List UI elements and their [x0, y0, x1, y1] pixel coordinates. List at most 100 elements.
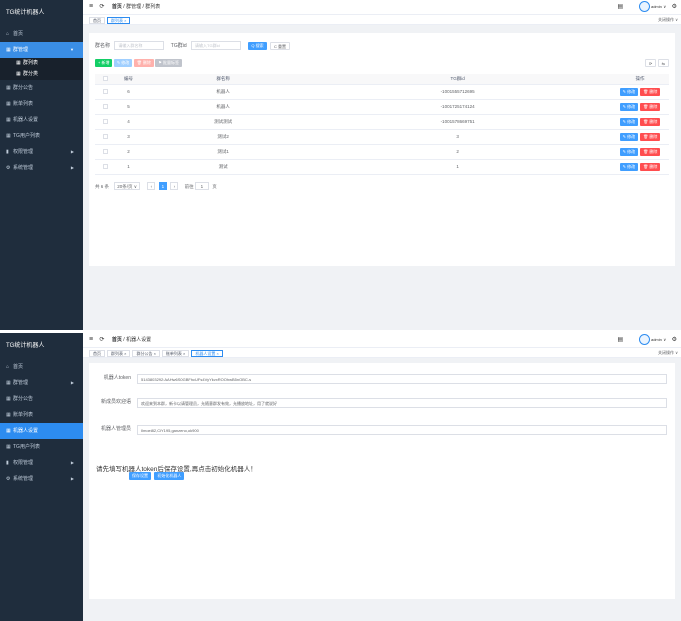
tab-robot-settings[interactable]: 机器人设置 ×: [191, 350, 223, 357]
welcome-input[interactable]: 欢迎来到本群，新卡以请管理员，允随意群发有效，允播放地址，用了就说好: [137, 398, 667, 408]
cell-actions: ✎ 修改 🗑 删除: [611, 99, 669, 115]
add-button[interactable]: + 新增: [95, 59, 113, 67]
group-name-input[interactable]: 请输入群名称: [114, 41, 165, 50]
breadcrumb-home[interactable]: 首页: [112, 337, 122, 343]
sidebar-item[interactable]: ▦ 群分类: [0, 69, 83, 80]
row-delete-button[interactable]: 🗑 删除: [640, 147, 661, 156]
token-input[interactable]: 5143803292:AAHw6S0GBFhcUFs4VyYkvxROOhwB5…: [137, 374, 667, 384]
next-page-button[interactable]: ›: [170, 182, 179, 190]
sidebar-item[interactable]: ⌂ 首页: [0, 359, 83, 375]
row-edit-button[interactable]: ✎ 修改: [619, 102, 639, 111]
sidebar-item-label: 群列表: [23, 60, 39, 66]
goto-page-input[interactable]: 1: [194, 182, 209, 190]
table-row[interactable]: 3 测试2 3 ✎ 修改 🗑 删除: [95, 129, 669, 145]
row-checkbox[interactable]: [102, 148, 108, 154]
sidebar-item[interactable]: ▦ 群管理 ▼: [0, 42, 83, 58]
sidebar-item[interactable]: ⚙ 系统管理 ▶: [0, 471, 83, 487]
row-edit-button[interactable]: ✎ 修改: [619, 132, 639, 141]
user-area[interactable]: ▤ admin ∨ ⚙: [618, 0, 677, 14]
row-edit-button[interactable]: ✎ 修改: [619, 162, 639, 171]
sidebar-item[interactable]: ▮ 权限管理 ▶: [0, 455, 83, 471]
columns-toggle-icon[interactable]: ⇆: [657, 59, 669, 67]
chevron-down-icon[interactable]: ∨: [663, 337, 666, 342]
sidebar-item[interactable]: ▦ 群列表: [0, 58, 83, 69]
row-delete-button[interactable]: 🗑 删除: [640, 117, 661, 126]
user-area[interactable]: ▤ admin ∨ ⚙: [618, 333, 677, 347]
grid-icon: ▦: [6, 380, 11, 386]
batch-tag-button[interactable]: ⚑ 批量标签: [155, 59, 182, 67]
sidebar-item[interactable]: ▮ 权限管理 ▶: [0, 144, 83, 160]
sidebar-item[interactable]: ▦ 账单列表: [0, 407, 83, 423]
row-delete-button[interactable]: 🗑 删除: [640, 102, 661, 111]
row-checkbox[interactable]: [102, 103, 108, 109]
sidebar-item[interactable]: ▦ 群分公告: [0, 391, 83, 407]
row-edit-button[interactable]: ✎ 修改: [619, 87, 639, 96]
hamburger-icon[interactable]: ≡: [89, 336, 93, 343]
cell-tg-group-id: 2: [304, 144, 611, 160]
reset-button[interactable]: C 重置: [270, 41, 291, 50]
username[interactable]: admin: [651, 4, 662, 9]
chevron-icon: ▶: [70, 149, 74, 154]
refresh-table-icon[interactable]: ⟳: [644, 59, 657, 67]
table-row[interactable]: 2 测试1 2 ✎ 修改 🗑 删除: [95, 144, 669, 160]
sidebar-item[interactable]: ▦ 群分公告: [0, 80, 83, 96]
page-size-select[interactable]: 20条/页 ∨: [114, 182, 141, 190]
table-row[interactable]: 6 机器人 -1001555712695 ✎ 修改 🗑 删除: [95, 84, 669, 100]
avatar[interactable]: [638, 1, 650, 13]
app-title: TG统计机器人: [6, 10, 45, 16]
search-button[interactable]: Q 搜索: [248, 41, 267, 50]
sidebar-item[interactable]: ⚙ 系统管理 ▶: [0, 160, 83, 176]
avatar[interactable]: [638, 334, 650, 346]
row-checkbox[interactable]: [102, 88, 108, 94]
close-operations-dropdown[interactable]: 关闭操作 ∨: [658, 350, 678, 356]
delete-button[interactable]: 🗑 删除: [133, 59, 154, 67]
select-all-checkbox[interactable]: [102, 75, 108, 81]
tab-home[interactable]: 首页: [89, 350, 105, 357]
table-row[interactable]: 4 测试测试 -1001578669751 ✎ 修改 🗑 删除: [95, 114, 669, 130]
row-delete-button[interactable]: 🗑 删除: [640, 162, 661, 171]
tab-group-list[interactable]: 群列表 ×: [107, 350, 131, 357]
tab-bill-list[interactable]: 账单列表 ×: [161, 350, 190, 357]
tg-group-id-input[interactable]: 请输入TG群id: [191, 41, 242, 50]
grid-icon: ▦: [6, 101, 11, 107]
username[interactable]: admin: [651, 337, 662, 342]
breadcrumb-home[interactable]: 首页: [112, 4, 122, 10]
refresh-icon[interactable]: ⟳: [99, 4, 104, 10]
settings-actions: 保存设置 初始化机器人: [129, 472, 185, 480]
gear-icon[interactable]: ⚙: [672, 337, 677, 343]
cell-actions: ✎ 修改 🗑 删除: [611, 129, 669, 145]
sidebar-item[interactable]: ▦ TG用户列表: [0, 128, 83, 144]
prev-page-button[interactable]: ‹: [147, 182, 156, 190]
edit-button[interactable]: ✎ 修改: [113, 59, 133, 67]
row-edit-button[interactable]: ✎ 修改: [619, 147, 639, 156]
row-edit-button[interactable]: ✎ 修改: [619, 117, 639, 126]
row-checkbox[interactable]: [102, 118, 108, 124]
hamburger-icon[interactable]: ≡: [89, 3, 93, 10]
refresh-icon[interactable]: ⟳: [99, 337, 104, 343]
column-id: 编号: [115, 74, 142, 85]
init-robot-button[interactable]: 初始化机器人: [154, 472, 185, 480]
sidebar-item[interactable]: ▦ 群管理 ▶: [0, 375, 83, 391]
tab-group-list[interactable]: 群列表 ×: [107, 17, 131, 24]
table-row[interactable]: 5 机器人 -1001725174124 ✎ 修改 🗑 删除: [95, 99, 669, 115]
sidebar-item[interactable]: ⌂ 首页: [0, 26, 83, 42]
admin-input[interactable]: Ilmoei82,CiY195,ganzeno,ok900: [137, 425, 667, 435]
gear-icon[interactable]: ⚙: [672, 4, 677, 10]
row-checkbox[interactable]: [102, 133, 108, 139]
close-operations-dropdown[interactable]: 关闭操作 ∨: [658, 17, 678, 23]
table-row[interactable]: 1 测试 1 ✎ 修改 🗑 删除: [95, 159, 669, 175]
tab-home[interactable]: 首页: [89, 17, 105, 24]
clipboard-icon[interactable]: ▤: [618, 337, 624, 343]
sidebar-item[interactable]: ▦ 机器人设置: [0, 423, 83, 439]
tab-group-announcement[interactable]: 群分公告 ×: [132, 350, 160, 357]
save-settings-button[interactable]: 保存设置: [129, 472, 151, 480]
row-delete-button[interactable]: 🗑 删除: [640, 87, 661, 96]
sidebar-item[interactable]: ▦ 机器人设置: [0, 112, 83, 128]
row-delete-button[interactable]: 🗑 删除: [640, 132, 661, 141]
page-number[interactable]: 1: [158, 182, 168, 190]
sidebar-item[interactable]: ▦ 账单列表: [0, 96, 83, 112]
clipboard-icon[interactable]: ▤: [618, 4, 624, 10]
row-checkbox[interactable]: [102, 163, 108, 169]
chevron-down-icon[interactable]: ∨: [663, 4, 666, 9]
sidebar-item[interactable]: ▦ TG用户列表: [0, 439, 83, 455]
